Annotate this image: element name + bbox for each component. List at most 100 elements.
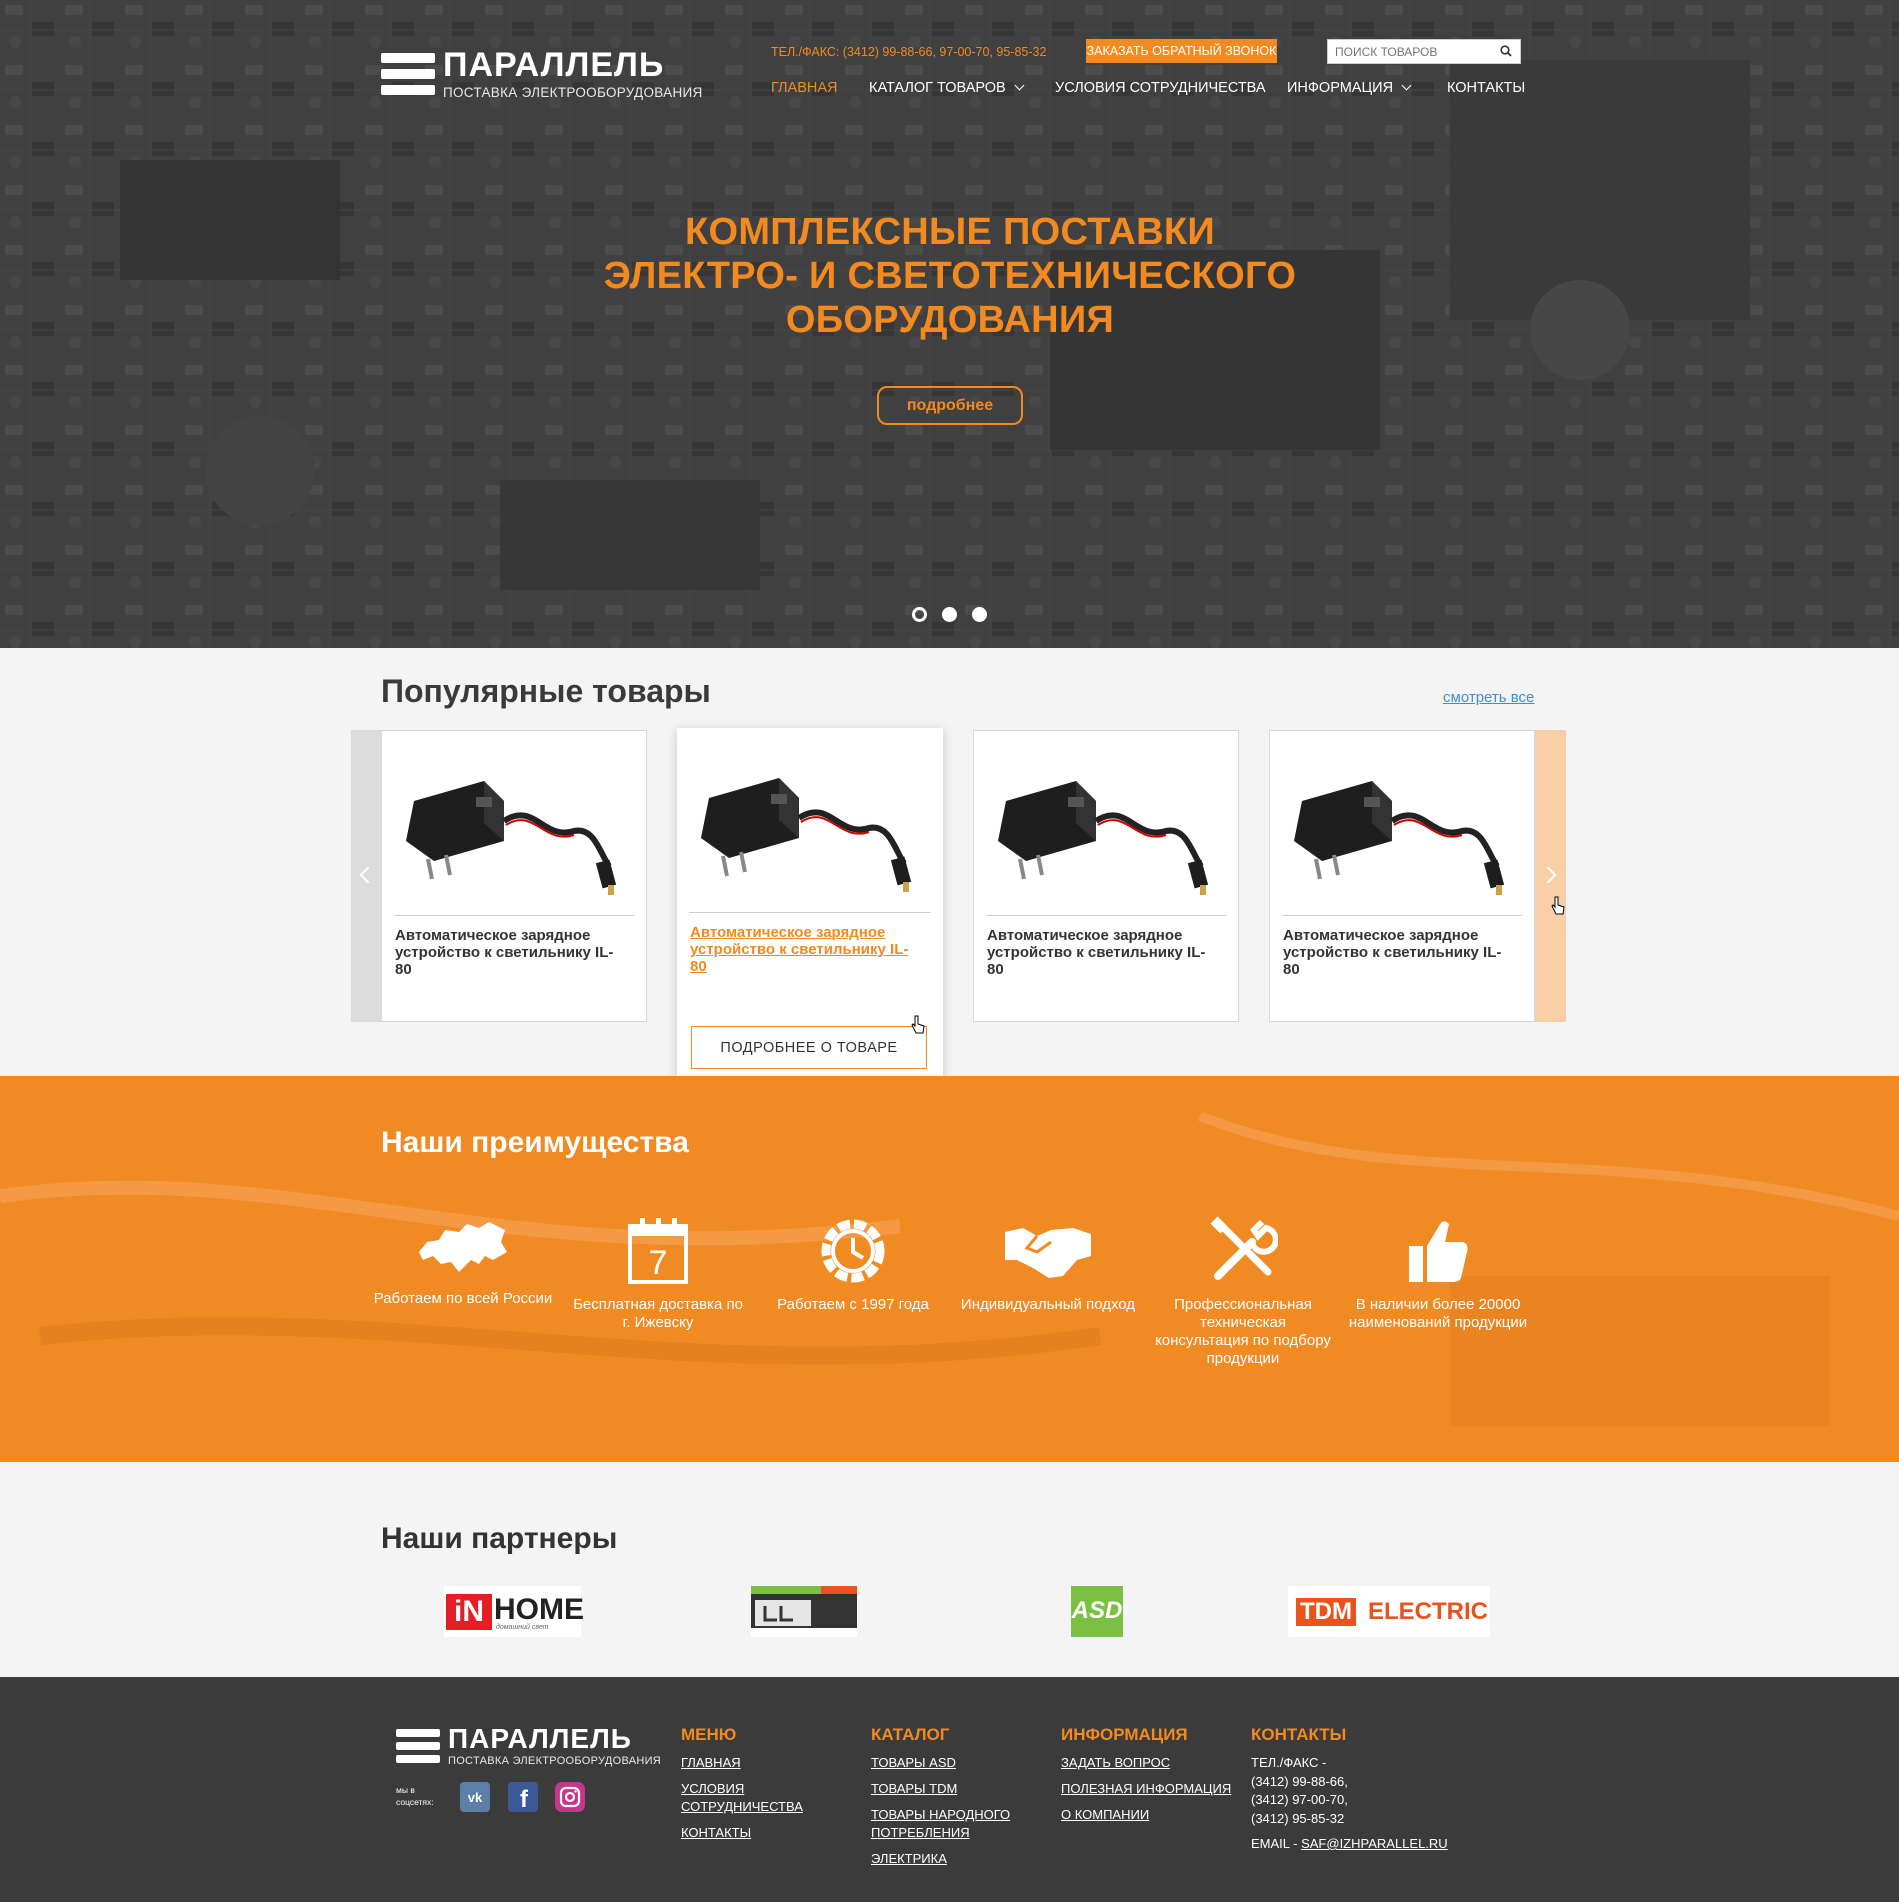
footer-link[interactable]: ПОЛЕЗНАЯ ИНФОРМАЦИЯ [1061,1780,1231,1798]
logo-subtitle: ПОСТАВКА ЭЛЕКТРООБОРУДОВАНИЯ [443,85,703,100]
nav-contacts-label: КОНТАКТЫ [1447,80,1526,96]
logo-icon [396,1729,440,1763]
hero-title: КОМПЛЕКСНЫЕ ПОСТАВКИ ЭЛЕКТРО- И СВЕТОТЕХ… [550,210,1350,342]
slider-dot[interactable] [972,607,987,622]
footer-phone: (3412) 99-88-66, [1251,1773,1348,1789]
nav-info[interactable]: ИНФОРМАЦИЯ [1287,80,1412,96]
product-name: Автоматическое зарядное устройство к све… [395,927,614,978]
header-phone: ТЕЛ./ФАКС: (3412) 99-88-66, 97-00-70, 95… [771,45,1047,59]
footer-contacts-column: КОНТАКТЫ ТЕЛ./ФАКС - (3412) 99-88-66, (3… [1251,1725,1448,1854]
footer-contacts-title: КОНТАКТЫ [1251,1725,1347,1744]
nav-home[interactable]: ГЛАВНАЯ [771,80,838,96]
footer-logo[interactable]: ПАРАЛЛЕЛЬ ПОСТАВКА ЭЛЕКТРООБОРУДОВАНИЯ [396,1725,661,1767]
advantage-item: Профессиональная техническая консультаци… [1153,1216,1333,1368]
nav-info-label: ИНФОРМАЦИЯ [1287,80,1394,96]
product-name[interactable]: Автоматическое зарядное устройство к све… [690,924,910,975]
callback-button[interactable]: ЗАКАЗАТЬ ОБРАТНЫЙ ЗВОНОК [1086,39,1277,63]
footer-link[interactable]: О КОМПАНИИ [1061,1806,1231,1824]
partner-logo-2[interactable] [751,1586,857,1637]
advantage-label: Работаем по всей России [373,1290,553,1307]
nav-catalog[interactable]: КАТАЛОГ ТОВАРОВ [869,80,1025,96]
handshake-icon [1005,1228,1091,1278]
footer-link[interactable]: ТОВАРЫ TDM [871,1780,1011,1798]
partners-title: Наши партнеры [381,1522,618,1555]
footer-link[interactable]: ТОВАРЫ ASD [871,1754,1011,1772]
advantage-label: Профессиональная техническая консультаци… [1155,1296,1331,1367]
instagram-icon[interactable] [555,1782,585,1812]
chevron-left-icon [359,866,377,884]
partner-logo-subtext: домашний свет [496,1624,549,1631]
partner-logo-text: ELECTRIC [1368,1598,1488,1625]
partner-logo-text: iN [446,1594,492,1630]
facebook-icon[interactable]: f [508,1782,538,1812]
partner-logo-text: HOME [494,1593,584,1626]
footer-link[interactable]: ЗАДАТЬ ВОПРОС [1061,1754,1231,1772]
see-all-link[interactable]: смотреть все [1443,689,1534,706]
nav-catalog-label: КАТАЛОГ ТОВАРОВ [869,80,1006,96]
advantage-label: В наличии более 20000 наименований проду… [1348,1296,1528,1331]
svg-text:vk: vk [468,1790,483,1805]
search-box [1327,39,1521,64]
calendar-icon: 7 [628,1218,688,1284]
search-icon[interactable] [1500,45,1512,57]
hero-more-button[interactable]: подробнее [877,386,1023,425]
hero-title-line: ЭЛЕКТРО- И СВЕТОТЕХНИЧЕСКОГО [603,255,1297,297]
logo-icon [381,53,435,95]
advantage-item: Индивидуальный подход [958,1216,1138,1314]
footer-menu-column: МЕНЮ ГЛАВНАЯ УСЛОВИЯ СОТРУДНИЧЕСТВА КОНТ… [681,1725,803,1850]
footer-info-column: ИНФОРМАЦИЯ ЗАДАТЬ ВОПРОС ПОЛЕЗНАЯ ИНФОРМ… [1061,1725,1231,1832]
clock-gear-icon [821,1219,885,1283]
advantage-label: Бесплатная доставка по г. Ижевску [573,1296,743,1331]
card-divider [1282,915,1522,916]
slider-dot[interactable] [912,607,927,622]
popular-title: Популярные товары [381,673,711,709]
russia-map-icon [419,1222,507,1272]
advantage-item: Работаем с 1997 года [763,1216,943,1314]
carousel-prev-button[interactable] [351,730,381,1022]
product-card[interactable]: Автоматическое зарядное устройство к све… [1269,730,1535,1022]
logo-subtitle: ПОСТАВКА ЭЛЕКТРООБОРУДОВАНИЯ [448,1755,662,1767]
vk-icon[interactable]: vk [460,1782,490,1812]
footer-catalog-title: КАТАЛОГ [871,1725,950,1744]
advantages-background-image [0,1076,1899,1462]
footer-link[interactable]: ТОВАРЫ НАРОДНОГО ПОТРЕБЛЕНИЯ [871,1806,1011,1842]
advantages-title: Наши преимущества [381,1126,689,1159]
product-card[interactable]: Автоматическое зарядное устройство к све… [381,730,647,1022]
hero-title-line: ОБОРУДОВАНИЯ [785,299,1115,341]
chevron-right-icon [1539,866,1557,884]
partner-logo-tdm[interactable]: TDM ELECTRIC [1288,1586,1490,1637]
social-label-line: мы в [396,1785,415,1795]
advantages-section: Наши преимущества Работаем по всей Росси… [0,1076,1899,1462]
nav-contacts[interactable]: КОНТАКТЫ [1447,80,1525,96]
footer-link[interactable]: КОНТАКТЫ [681,1824,801,1842]
chevron-down-icon [1401,80,1412,91]
footer-link[interactable]: ЭЛЕКТРИКА [871,1850,1011,1868]
footer-phone-label: ТЕЛ./ФАКС - [1251,1755,1327,1770]
slider-dot[interactable] [942,607,957,622]
hero-slider: ПАРАЛЛЕЛЬ ПОСТАВКА ЭЛЕКТРООБОРУДОВАНИЯ Т… [0,0,1899,648]
thumbs-up-icon [1409,1221,1468,1282]
footer-email-link[interactable]: SAF@IZHPARALLEL.RU [1301,1836,1448,1851]
product-card[interactable]: Автоматическое зарядное устройство к све… [973,730,1239,1022]
partner-logo-inhome[interactable]: iN HOME домашний свет [444,1586,584,1637]
product-image [1294,781,1505,895]
nav-cooperation[interactable]: УСЛОВИЯ СОТРУДНИЧЕСТВА [1055,80,1266,96]
advantage-item: В наличии более 20000 наименований проду… [1348,1216,1528,1332]
advantage-label: Индивидуальный подход [960,1296,1136,1313]
card-divider [689,912,931,913]
header-logo[interactable]: ПАРАЛЛЕЛЬ ПОСТАВКА ЭЛЕКТРООБОРУДОВАНИЯ [381,48,703,100]
footer-link[interactable]: УСЛОВИЯ СОТРУДНИЧЕСТВА [681,1780,803,1816]
hero-title-line: КОМПЛЕКСНЫЕ ПОСТАВКИ [685,211,1215,253]
partner-logo-asd[interactable]: ASD [1071,1586,1123,1637]
hand-cursor-icon [911,1015,925,1034]
partner-logo-image [751,1586,857,1637]
search-input[interactable] [1328,40,1488,63]
card-divider [986,915,1226,916]
footer-link[interactable]: ГЛАВНАЯ [681,1754,801,1772]
carousel-next-button[interactable] [1535,730,1566,1022]
logo-title: ПАРАЛЛЕЛЬ [448,1723,632,1754]
product-details-button[interactable]: ПОДРОБНЕЕ О ТОВАРЕ [691,1026,927,1069]
product-card[interactable]: Автоматическое зарядное устройство к све… [677,728,943,1084]
chevron-down-icon [1014,80,1025,91]
footer-email-row: EMAIL - SAF@IZHPARALLEL.RU [1251,1835,1448,1854]
